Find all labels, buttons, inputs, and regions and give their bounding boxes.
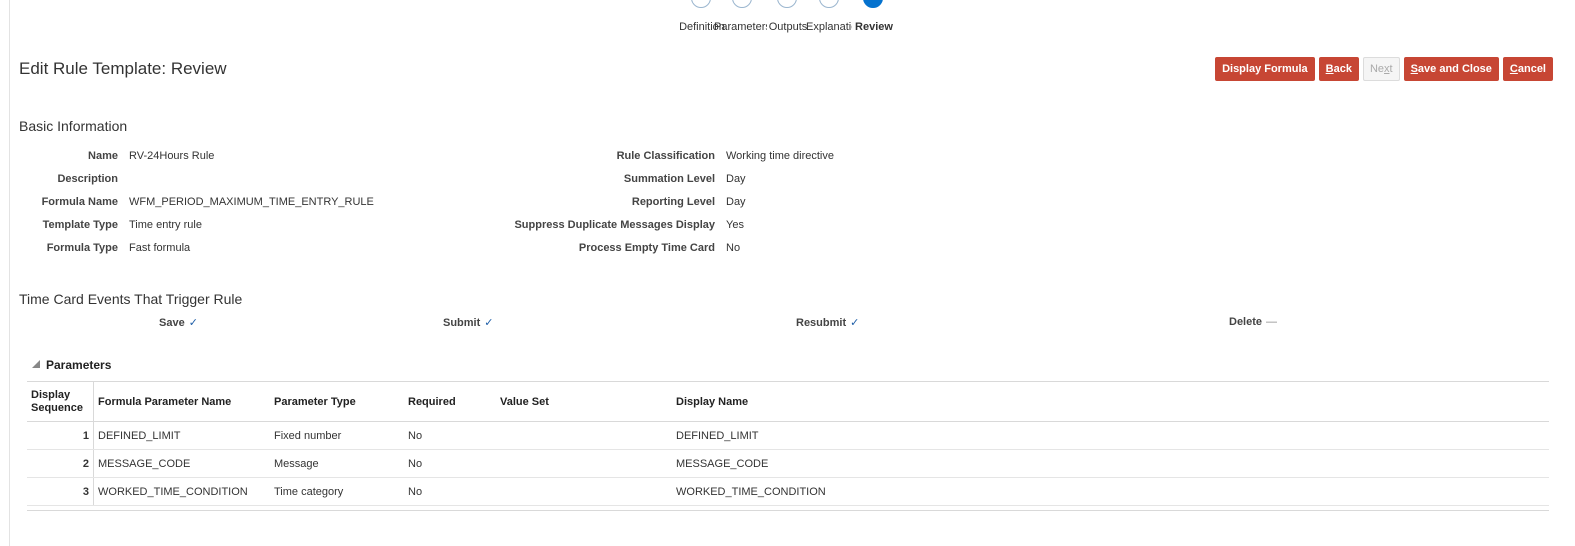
back-label: ack (1333, 63, 1352, 75)
basic-information-heading: Basic Information (19, 118, 128, 134)
cell-formula-parameter-name: MESSAGE_CODE (93, 449, 270, 478)
field-label-reporting-level: Reporting Level (631, 196, 715, 208)
cancel-label: ancel (1517, 63, 1546, 75)
field-value-rule-classification: Working time directive (726, 150, 834, 162)
column-header-parameter-type: Parameter Type (270, 381, 404, 422)
event-resubmit: Resubmit ✓ (796, 316, 859, 329)
cancel-accesskey: C (1509, 63, 1518, 75)
field-value-process-empty: No (726, 242, 741, 254)
collapse-triangle-icon (32, 360, 40, 368)
table-row[interactable]: 1 DEFINED_LIMIT Fixed number No DEFINED_… (27, 421, 1549, 450)
display-formula-button[interactable]: Display Formula (1215, 57, 1315, 81)
table-row[interactable]: 3 WORKED_TIME_CONDITION Time category No… (27, 477, 1549, 506)
cell-value-set (496, 477, 672, 506)
field-label-formula-type: Formula Type (46, 242, 118, 254)
check-icon: ✓ (691, 0, 711, 8)
back-button[interactable]: Back (1318, 57, 1359, 81)
step-number-icon: 5 (863, 0, 883, 8)
table-bottom-divider (27, 510, 1549, 511)
event-label: Delete (1229, 316, 1263, 328)
next-button[interactable]: Next (1362, 57, 1400, 81)
field-label-suppress-duplicate: Suppress Duplicate Messages Display (514, 219, 715, 231)
cell-display-name: MESSAGE_CODE (672, 449, 1549, 478)
field-value-reporting-level: Day (726, 196, 746, 208)
event-delete: Delete — (1229, 316, 1277, 328)
field-value-name: RV-24Hours Rule (129, 150, 215, 162)
parameters-heading: Parameters (46, 358, 112, 372)
event-save: Save ✓ (159, 316, 198, 329)
save-accesskey: S (1410, 63, 1418, 75)
save-label: ave and Close (1417, 63, 1492, 75)
cell-required: No (404, 477, 496, 506)
cell-value-set (496, 449, 672, 478)
next-label-start: Ne (1369, 63, 1385, 75)
cell-parameter-type: Message (270, 449, 404, 478)
event-submit: Submit ✓ (443, 316, 494, 329)
column-header-display-name: Display Name (672, 381, 1549, 422)
page-title: Edit Rule Template: Review (19, 59, 227, 78)
field-value-formula-type: Fast formula (129, 242, 191, 254)
field-value-suppress-duplicate: Yes (726, 219, 744, 231)
column-header-value-set: Value Set (496, 381, 672, 422)
field-label-formula-name: Formula Name (41, 196, 118, 208)
event-label: Resubmit (796, 317, 847, 329)
column-header-display-sequence: Display Sequence (27, 381, 94, 422)
event-label: Save (159, 317, 185, 329)
field-value-summation-level: Day (726, 173, 746, 185)
dash-icon: — (1266, 316, 1278, 328)
field-label-name: Name (88, 150, 118, 162)
field-label-template-type: Template Type (42, 219, 118, 231)
cell-formula-parameter-name: DEFINED_LIMIT (93, 421, 270, 450)
cell-formula-parameter-name: WORKED_TIME_CONDITION (93, 477, 270, 506)
cell-display-name: WORKED_TIME_CONDITION (672, 477, 1549, 506)
parameters-table: Display Sequence Formula Parameter Name … (27, 381, 1549, 506)
cell-parameter-type: Fixed number (270, 421, 404, 450)
time-card-events: Save ✓ Submit ✓ Resubmit ✓ Delete — (0, 316, 1575, 334)
field-label-description: Description (57, 173, 118, 185)
time-card-events-heading: Time Card Events That Trigger Rule (19, 291, 243, 307)
cell-parameter-type: Time category (270, 477, 404, 506)
check-icon: ✓ (819, 0, 839, 8)
check-icon: ✓ (188, 317, 198, 329)
cell-value-set (496, 421, 672, 450)
cell-required: No (404, 449, 496, 478)
check-icon: ✓ (777, 0, 797, 8)
cell-display-name: DEFINED_LIMIT (672, 421, 1549, 450)
train-stepper: ✓ Definition ✓ Parameters ✓ Outputs ✓ Ex… (0, 0, 1575, 40)
cell-required: No (404, 421, 496, 450)
field-label-summation-level: Summation Level (623, 173, 715, 185)
content-left-border (9, 0, 10, 546)
next-label-end: t (1389, 63, 1393, 75)
table-row[interactable]: 2 MESSAGE_CODE Message No MESSAGE_CODE (27, 449, 1549, 478)
check-icon: ✓ (732, 0, 752, 8)
field-value-template-type: Time entry rule (129, 219, 202, 231)
parameters-disclosure[interactable]: Parameters (32, 358, 111, 372)
check-icon: ✓ (850, 317, 860, 329)
save-and-close-button[interactable]: Save and Close (1403, 57, 1499, 81)
field-value-formula-name: WFM_PERIOD_MAXIMUM_TIME_ENTRY_RULE (129, 196, 374, 208)
field-label-rule-classification: Rule Classification (616, 150, 715, 162)
toolbar: Display Formula Back Next Save and Close… (1215, 57, 1553, 81)
field-label-process-empty: Process Empty Time Card (578, 242, 715, 254)
cancel-button[interactable]: Cancel (1502, 57, 1553, 81)
train-stop-label: Review (855, 21, 893, 33)
table-header-row: Display Sequence Formula Parameter Name … (27, 381, 1549, 422)
event-label: Submit (443, 317, 481, 329)
cell-sequence: 3 (27, 477, 94, 506)
cell-sequence: 2 (27, 449, 94, 478)
column-header-required: Required (404, 381, 496, 422)
column-header-formula-parameter-name: Formula Parameter Name (93, 381, 270, 422)
check-icon: ✓ (484, 317, 494, 329)
cell-sequence: 1 (27, 421, 94, 450)
back-accesskey: B (1325, 63, 1334, 75)
